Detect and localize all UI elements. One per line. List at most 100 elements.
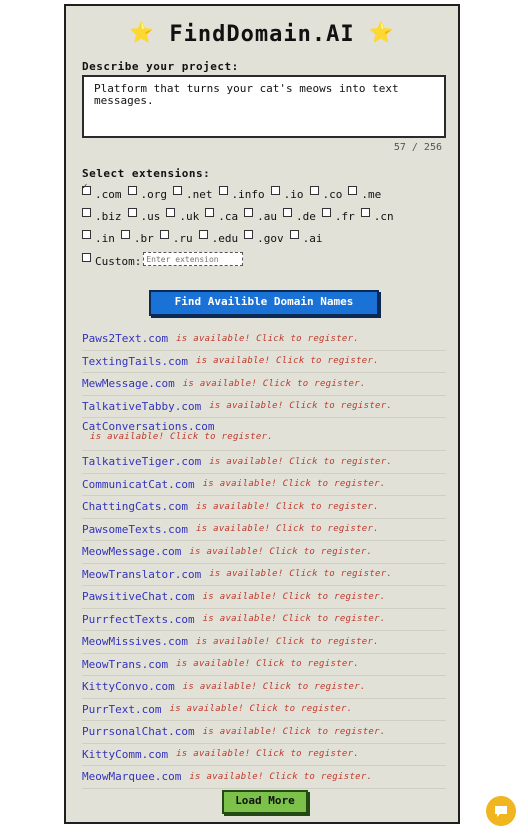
custom-extension-checkbox[interactable] [82,252,91,262]
extensions-label: Select extensions: [82,167,211,180]
domain-link[interactable]: PurrText.com [82,703,161,716]
result-row[interactable]: TextingTails.com is available! Click to r… [82,351,446,373]
domain-link[interactable]: KittyComm.com [82,748,168,761]
extension-option[interactable]: .br [120,230,154,245]
extension-option[interactable]: .co [309,186,342,201]
domain-link[interactable]: TalkativeTiger.com [82,455,201,468]
result-row[interactable]: CatConversations.com is available! Click … [82,418,446,451]
domain-link[interactable]: TextingTails.com [82,355,188,368]
extension-checkbox[interactable] [173,186,182,195]
extension-label: .org [140,188,168,201]
extension-checkbox[interactable] [244,230,254,239]
result-row[interactable]: MeowTranslator.com is available! Click to… [82,564,446,586]
domain-link[interactable]: PawsomeTexts.com [82,523,188,536]
extension-checkbox[interactable] [159,230,169,239]
extension-option[interactable]: .net [173,186,213,201]
extension-checkbox[interactable] [82,208,91,217]
availability-text: is available! Click to register. [189,546,373,557]
extension-option[interactable]: .ca [205,208,238,223]
find-domains-button[interactable]: Find Availible Domain Names [149,290,379,316]
result-row[interactable]: PurrText.com is available! Click to regis… [82,699,446,721]
extension-option[interactable]: .uk [166,208,199,223]
extension-checkbox[interactable] [205,208,215,217]
result-row[interactable]: MeowMessage.com is available! Click to re… [82,541,446,564]
result-row[interactable]: KittyComm.com is available! Click to regi… [82,744,446,766]
domain-link[interactable]: PurrfectTexts.com [82,613,195,626]
extension-checkbox[interactable] [166,208,176,217]
extension-option[interactable]: .cn [360,208,394,223]
extension-option[interactable]: .fr [321,208,355,223]
domain-link[interactable]: PurrsonalChat.com [82,725,195,738]
result-row[interactable]: PurrsonalChat.com is available! Click to … [82,721,446,744]
domain-link[interactable]: KittyConvo.com [82,680,175,693]
chat-button[interactable] [486,796,516,826]
availability-text: is available! Click to register. [176,749,360,760]
extension-option[interactable]: .me [348,186,381,201]
custom-extension-input[interactable] [143,252,244,266]
extension-checkbox[interactable] [283,208,292,217]
extension-label: .biz [95,210,122,223]
extension-option[interactable]: .info [218,186,265,201]
extension-checkbox[interactable] [120,230,130,239]
extension-option[interactable]: .edu [198,230,239,245]
result-row[interactable]: PawsitiveChat.com is available! Click to … [82,586,446,609]
extension-option[interactable]: .in [82,230,115,245]
extension-option[interactable]: .de [283,208,316,223]
result-row[interactable]: PurrfectTexts.com is available! Click to … [82,609,446,631]
result-row[interactable]: MeowMissives.com is available! Click to r… [82,631,446,654]
extension-option[interactable]: .au [244,208,277,223]
result-row[interactable]: CommunicatCat.com is available! Click to … [82,474,446,496]
domain-link[interactable]: CommunicatCat.com [82,478,195,491]
result-row[interactable]: MeowTrans.com is available! Click to regi… [82,654,446,676]
extension-label: .de [296,210,316,223]
extension-checkbox[interactable] [244,208,254,217]
extension-checkbox[interactable] [127,208,137,217]
extension-option[interactable]: .biz [82,208,122,223]
result-row[interactable]: MewMessage.com is available! Click to reg… [82,373,446,396]
domain-link[interactable]: ChattingCats.com [82,500,188,513]
extension-option[interactable]: .com [82,182,122,201]
extension-option[interactable]: .gov [244,230,284,245]
availability-text: is available! Click to register. [195,524,379,535]
extension-label: .edu [211,232,239,245]
result-row[interactable]: TalkativeTiger.com is available! Click to… [82,451,446,474]
domain-link[interactable]: MeowMarquee.com [82,770,181,783]
domain-link[interactable]: MeowTrans.com [82,658,168,671]
extension-checkbox[interactable] [82,230,91,239]
extension-option[interactable]: .ai [289,230,323,245]
load-more-button[interactable]: Load More [222,790,308,814]
extension-checkbox[interactable] [82,182,91,195]
extension-checkbox[interactable] [321,208,331,217]
extension-checkbox[interactable] [289,230,299,239]
extension-option[interactable]: .org [127,186,168,201]
extension-option[interactable]: .io [270,186,304,201]
extension-checkbox[interactable] [309,186,319,195]
extension-checkbox[interactable] [198,230,208,239]
result-row[interactable]: MeowMarquee.com is available! Click to re… [82,766,446,789]
extension-checkbox[interactable] [127,186,137,195]
extension-label: .in [95,232,115,245]
extension-checkbox[interactable] [348,186,358,195]
extension-checkbox[interactable] [270,186,280,195]
result-row[interactable]: PawsomeTexts.com is available! Click to r… [82,519,446,541]
domain-link[interactable]: MeowMessage.com [82,545,181,558]
project-description-input[interactable] [82,75,446,138]
extension-checkbox[interactable] [360,208,370,217]
domain-link[interactable]: MewMessage.com [82,377,175,390]
domain-link[interactable]: PawsitiveChat.com [82,590,195,603]
extension-checkbox[interactable] [218,186,228,195]
domain-link[interactable]: MeowTranslator.com [82,568,201,581]
result-row[interactable]: TalkativeTabby.com is available! Click to… [82,396,446,418]
result-row[interactable]: KittyConvo.com is available! Click to reg… [82,676,446,699]
extension-option[interactable]: .ru [159,230,193,245]
availability-text: is available! Click to register. [182,681,366,692]
extension-label: .ru [172,232,193,245]
result-row[interactable]: Paws2Text.com is available! Click to regi… [82,328,446,351]
extension-option[interactable]: .us [127,208,161,223]
extension-row-3: .in .br .ru .edu .gov .ai [82,230,329,245]
extension-label: .us [140,210,161,223]
domain-link[interactable]: MeowMissives.com [82,635,188,648]
result-row[interactable]: ChattingCats.com is available! Click to r… [82,496,446,519]
domain-link[interactable]: Paws2Text.com [82,332,168,345]
domain-link[interactable]: TalkativeTabby.com [82,400,201,413]
